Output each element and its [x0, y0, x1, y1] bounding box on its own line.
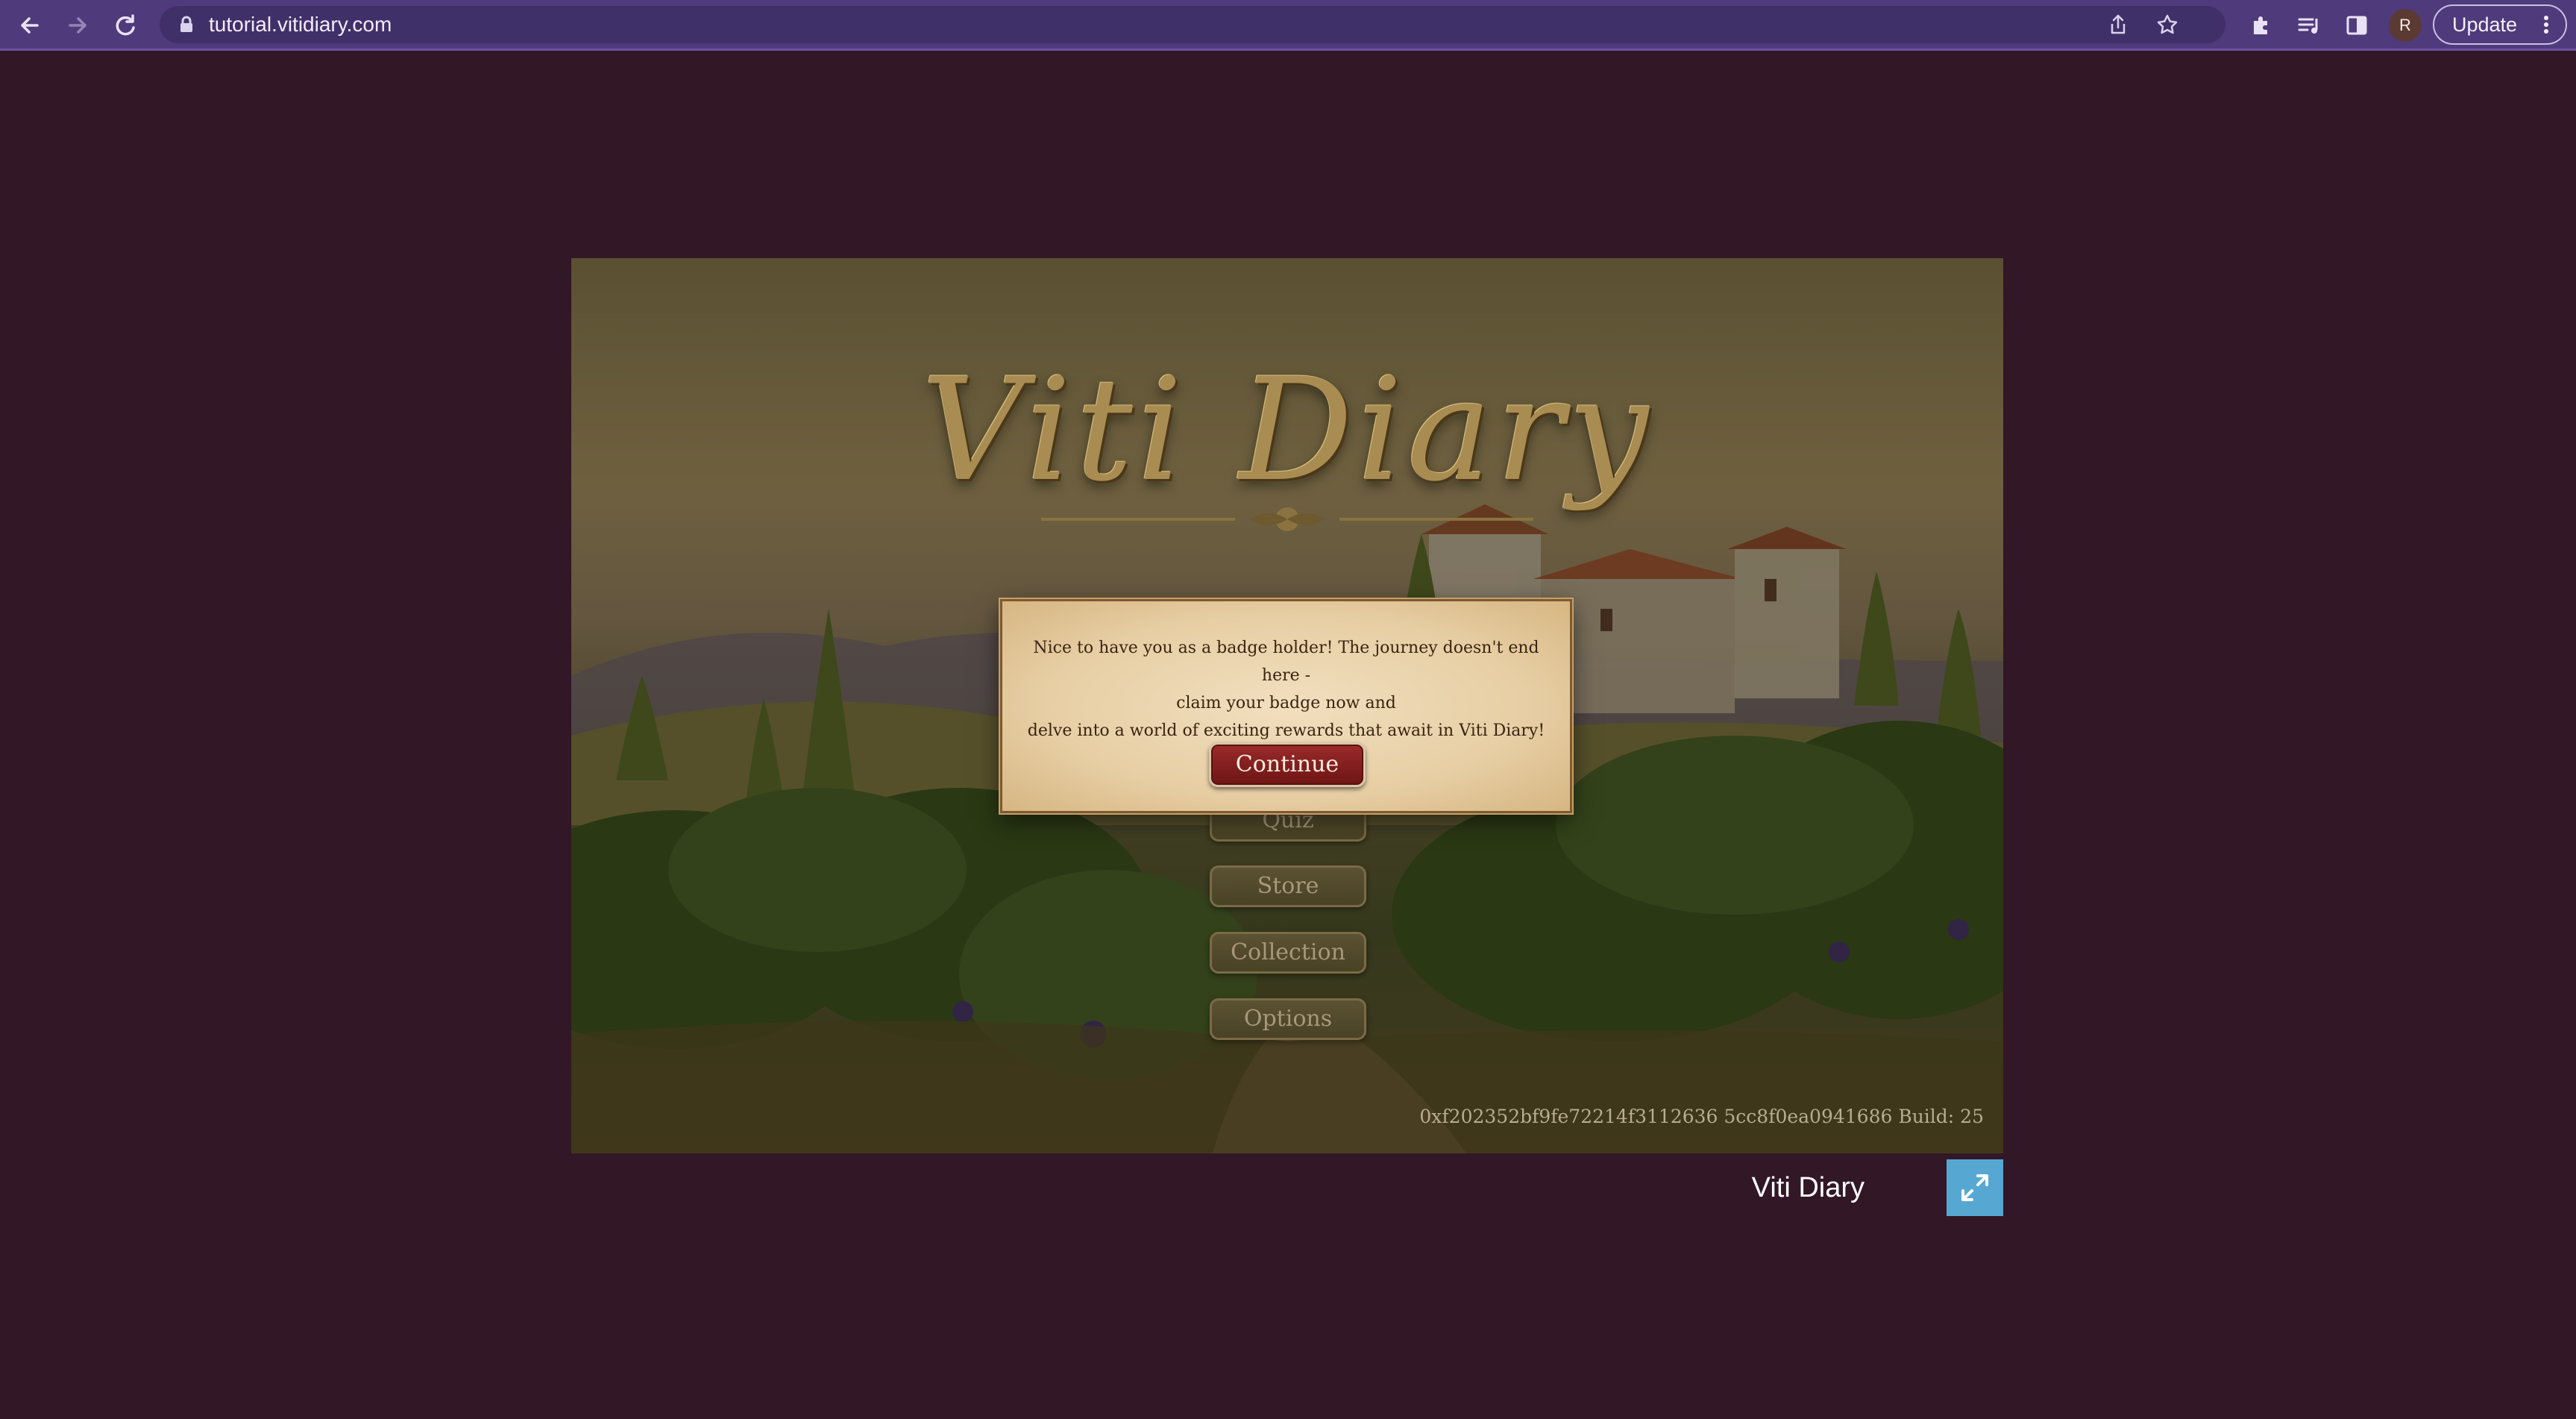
back-icon[interactable] [15, 10, 45, 40]
star-icon[interactable] [2155, 13, 2179, 37]
update-label: Update [2452, 13, 2518, 36]
dialog-line: claim your badge now and [1176, 694, 1396, 712]
update-button[interactable]: Update [2433, 4, 2567, 45]
build-info: 0xf202352bf9fe72214f3112636 5cc8f0ea0941… [1419, 1106, 1984, 1127]
side-panel-icon[interactable] [2342, 10, 2372, 40]
continue-button[interactable]: Continue [1209, 742, 1366, 787]
profile-avatar[interactable]: R [2389, 9, 2422, 42]
url-text[interactable]: tutorial.vitidiary.com [209, 14, 392, 35]
menu-icon[interactable] [2537, 14, 2555, 35]
logo-word-diary: Diary [1239, 348, 1653, 513]
reload-icon[interactable] [110, 10, 140, 40]
logo-word-viti: Viti [921, 348, 1187, 513]
media-queue-icon[interactable] [2294, 10, 2324, 40]
extensions-icon[interactable] [2246, 10, 2276, 40]
forward-icon[interactable] [63, 10, 92, 40]
game-logo: Viti Diary [571, 348, 2003, 513]
store-button[interactable]: Store [1210, 865, 1366, 907]
share-icon[interactable] [2106, 13, 2130, 37]
browser-toolbar: tutorial.vitidiary.com R Update [0, 0, 2576, 51]
address-bar[interactable]: tutorial.vitidiary.com [160, 6, 2225, 43]
badge-dialog: Nice to have you as a badge holder! The … [1000, 599, 1572, 813]
logo-divider-ornament [1041, 507, 1533, 531]
lock-icon[interactable] [176, 14, 197, 35]
dialog-line: Nice to have you as a badge holder! The … [1033, 639, 1539, 685]
game-canvas[interactable]: Viti Diary Quiz Store Collection Options … [571, 258, 2003, 1153]
dialog-message: Nice to have you as a badge holder! The … [1017, 634, 1555, 745]
game-title: Viti Diary [1751, 1172, 1865, 1203]
fullscreen-button[interactable] [1947, 1159, 2003, 1216]
expand-icon [1961, 1174, 1988, 1201]
collection-button[interactable]: Collection [1210, 932, 1366, 974]
options-button[interactable]: Options [1210, 998, 1366, 1040]
dialog-line: delve into a world of exciting rewards t… [1027, 721, 1545, 740]
